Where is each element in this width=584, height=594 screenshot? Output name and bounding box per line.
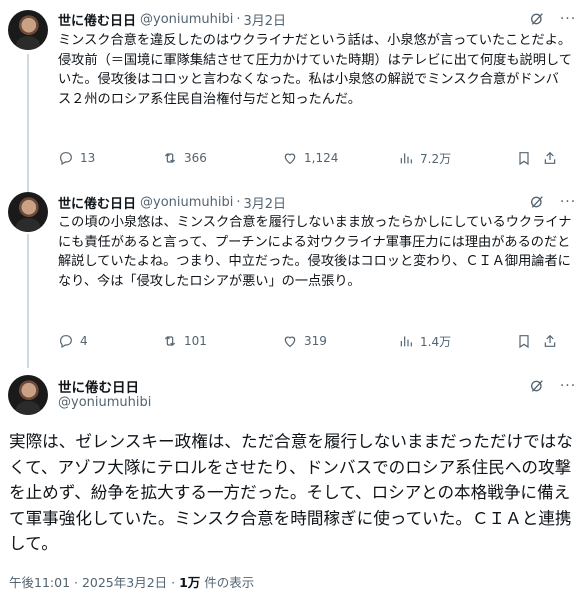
repost-button[interactable]: 366 bbox=[162, 150, 282, 166]
like-count: 319 bbox=[304, 334, 327, 348]
reply-icon bbox=[60, 152, 72, 166]
tweet-text: この頃の小泉悠は、ミンスク合意を履行しないまま放ったらかしにしているウクライナに… bbox=[58, 215, 572, 289]
view-suffix: 件の表示 bbox=[200, 575, 255, 590]
bookmark-button[interactable] bbox=[516, 333, 542, 349]
author-handle[interactable]: @yoniumuhibi bbox=[140, 12, 233, 27]
share-icon bbox=[544, 151, 556, 164]
view-count: 1.4万 bbox=[420, 334, 452, 349]
like-count: 1,124 bbox=[304, 151, 339, 165]
grok-icon[interactable] bbox=[529, 11, 545, 27]
reply-button[interactable]: 13 bbox=[58, 150, 162, 166]
bookmark-button[interactable] bbox=[516, 150, 542, 166]
thread-connector bbox=[27, 234, 29, 368]
tweet-meta: 午後11:01 · 2025年3月2日 · 1万 件の表示 bbox=[9, 572, 254, 591]
grok-icon[interactable] bbox=[529, 194, 545, 210]
views-button[interactable]: 7.2万 bbox=[398, 150, 516, 167]
more-icon[interactable]: ··· bbox=[560, 378, 576, 394]
tweet-text: 実際は、ゼレンスキー政権は、ただ合意を履行しないままだっただけではなくて、アゾフ… bbox=[9, 432, 573, 554]
views-icon bbox=[400, 153, 412, 164]
action-bar: 4 101 319 1.4万 bbox=[58, 331, 578, 351]
repost-icon bbox=[164, 336, 176, 346]
reply-button[interactable]: 4 bbox=[58, 333, 162, 349]
reply-count: 4 bbox=[80, 334, 88, 348]
separator: · bbox=[236, 194, 241, 210]
separator: · bbox=[236, 11, 241, 27]
repost-button[interactable]: 101 bbox=[162, 333, 282, 349]
tweet-header: 世に倦む日日 @yoniumuhibi · 3月2日 bbox=[58, 9, 286, 29]
bookmark-icon bbox=[519, 152, 529, 166]
like-button[interactable]: 1,124 bbox=[282, 150, 398, 166]
author-handle[interactable]: @yoniumuhibi bbox=[140, 195, 233, 210]
tweet-timestamp[interactable]: 午後11:01 · 2025年3月2日 · bbox=[9, 575, 179, 590]
author-handle[interactable]: @yoniumuhibi bbox=[58, 395, 151, 410]
share-icon bbox=[544, 334, 556, 347]
tweet-text: ミンスク合意を違反したのはウクライナだという話は、小泉悠が言っていたことだよ。侵… bbox=[58, 33, 572, 107]
like-button[interactable]: 319 bbox=[282, 333, 398, 349]
tweet-date[interactable]: 3月2日 bbox=[244, 193, 287, 212]
view-count: 7.2万 bbox=[420, 151, 452, 166]
reply-count: 13 bbox=[80, 151, 96, 165]
repost-count: 101 bbox=[184, 334, 207, 348]
thread-connector bbox=[27, 54, 29, 192]
like-icon bbox=[284, 153, 296, 165]
action-bar: 13 366 1,124 7.2万 bbox=[58, 148, 578, 168]
author-name[interactable]: 世に倦む日日 bbox=[58, 193, 136, 212]
share-button[interactable] bbox=[542, 333, 562, 349]
avatar[interactable] bbox=[8, 375, 48, 415]
like-icon bbox=[284, 336, 296, 348]
bookmark-icon bbox=[519, 335, 529, 349]
views-button[interactable]: 1.4万 bbox=[398, 333, 516, 350]
views-icon bbox=[400, 336, 412, 347]
tweet-date[interactable]: 3月2日 bbox=[244, 10, 287, 29]
tweet-header: 世に倦む日日 @yoniumuhibi · 3月2日 bbox=[58, 192, 286, 212]
grok-icon[interactable] bbox=[529, 378, 545, 394]
avatar[interactable] bbox=[8, 192, 48, 232]
author-name[interactable]: 世に倦む日日 bbox=[58, 10, 136, 29]
reply-icon bbox=[60, 335, 72, 349]
more-icon[interactable]: ··· bbox=[560, 194, 576, 210]
avatar[interactable] bbox=[8, 10, 48, 50]
view-count: 1万 bbox=[179, 575, 201, 590]
share-button[interactable] bbox=[542, 150, 562, 166]
repost-count: 366 bbox=[184, 151, 207, 165]
more-icon[interactable]: ··· bbox=[560, 11, 576, 27]
author-name[interactable]: 世に倦む日日 bbox=[58, 376, 139, 396]
repost-icon bbox=[164, 153, 176, 163]
